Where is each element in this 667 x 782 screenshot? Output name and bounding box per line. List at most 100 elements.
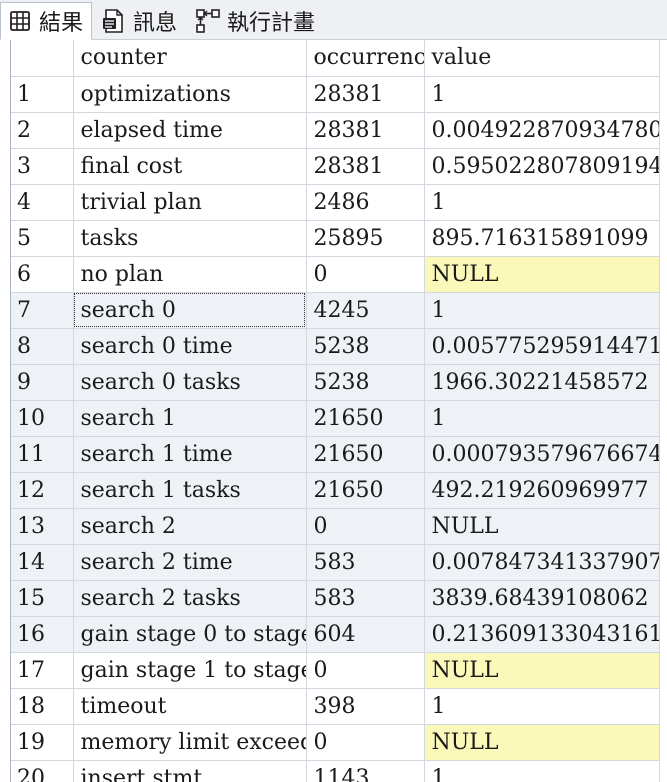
occurrence-cell[interactable]: 583	[306, 580, 425, 617]
occurrence-cell[interactable]: 583	[306, 544, 425, 581]
row-number-cell[interactable]: 18	[11, 688, 74, 725]
value-cell[interactable]: 1	[424, 76, 660, 113]
value-cell[interactable]: NULL	[424, 652, 660, 689]
value-cell[interactable]: 0.213609133043161	[424, 616, 660, 653]
counter-cell[interactable]: search 2 time	[73, 544, 307, 581]
occurrence-cell[interactable]: 5238	[306, 364, 425, 401]
row-number-cell[interactable]: 14	[11, 544, 74, 581]
value-cell[interactable]: 0.595022807809194	[424, 148, 660, 185]
value-cell[interactable]: 1	[424, 292, 660, 329]
occurrence-cell[interactable]: 25895	[306, 220, 425, 257]
row-number-cell[interactable]: 16	[11, 616, 74, 653]
row-number-cell[interactable]: 5	[11, 220, 74, 257]
value-cell[interactable]: 1966.30221458572	[424, 364, 660, 401]
tab-messages[interactable]: 訊息	[94, 3, 186, 39]
counter-cell[interactable]: tasks	[73, 220, 307, 257]
value-cell[interactable]: 0.00577529591447117	[424, 328, 660, 365]
table-row[interactable]: 15 search 2 tasks 583 3839.68439108062	[11, 580, 660, 617]
table-row[interactable]: 9 search 0 tasks 5238 1966.30221458572	[11, 364, 660, 401]
table-row[interactable]: 1 optimizations 28381 1	[11, 76, 660, 113]
occurrence-cell[interactable]: 1143	[306, 760, 425, 782]
table-row[interactable]: 11search 1 time216500.000793579676674365	[11, 436, 660, 473]
table-row[interactable]: 17gain stage 1 to stage 20NULL	[11, 652, 660, 689]
occurrence-cell[interactable]: 604	[306, 616, 425, 653]
table-row[interactable]: 6 no plan 0 NULL	[11, 256, 660, 293]
table-row[interactable]: 10 search 1 21650 1	[11, 400, 660, 437]
value-cell[interactable]: 1	[424, 760, 660, 782]
table-row[interactable]: 4 trivial plan 2486 1	[11, 184, 660, 221]
row-number-cell[interactable]: 13	[11, 508, 74, 545]
value-cell[interactable]: 895.716315891099	[424, 220, 660, 257]
column-header-counter[interactable]: counter	[73, 40, 307, 77]
occurrence-cell[interactable]: 21650	[306, 400, 425, 437]
counter-cell[interactable]: gain stage 1 to stage 2	[73, 652, 307, 689]
occurrence-cell[interactable]: 2486	[306, 184, 425, 221]
occurrence-cell[interactable]: 28381	[306, 76, 425, 113]
occurrence-cell[interactable]: 0	[306, 256, 425, 293]
column-header-value[interactable]: value	[424, 40, 660, 77]
row-number-cell[interactable]: 6	[11, 256, 74, 293]
row-number-cell[interactable]: 7	[11, 292, 74, 329]
row-number-cell[interactable]: 20	[11, 760, 74, 782]
counter-cell[interactable]: memory limit exceeded	[73, 724, 307, 761]
occurrence-cell[interactable]: 0	[306, 724, 425, 761]
counter-cell[interactable]: search 2 tasks	[73, 580, 307, 617]
row-number-cell[interactable]: 4	[11, 184, 74, 221]
row-number-cell[interactable]: 10	[11, 400, 74, 437]
tab-execution-plan[interactable]: 執行計畫	[188, 3, 324, 39]
value-cell[interactable]: NULL	[424, 256, 660, 293]
table-row[interactable]: 19memory limit exceeded0NULL	[11, 724, 660, 761]
row-number-cell[interactable]: 2	[11, 112, 74, 149]
occurrence-cell[interactable]: 0	[306, 508, 425, 545]
tab-results[interactable]: 結果	[0, 2, 93, 40]
counter-cell[interactable]: search 1 tasks	[73, 472, 307, 509]
occurrence-cell[interactable]: 21650	[306, 436, 425, 473]
value-cell[interactable]: NULL	[424, 724, 660, 761]
row-number-cell[interactable]: 8	[11, 328, 74, 365]
value-cell[interactable]: NULL	[424, 508, 660, 545]
table-row[interactable]: 12 search 1 tasks 21650 492.219260969977	[11, 472, 660, 509]
counter-cell[interactable]: elapsed time	[73, 112, 307, 149]
value-cell[interactable]: 492.219260969977	[424, 472, 660, 509]
row-number-cell[interactable]: 1	[11, 76, 74, 113]
value-cell[interactable]: 0.00784734133790738	[424, 544, 660, 581]
column-header-occurrence[interactable]: occurrence	[306, 40, 425, 77]
value-cell[interactable]: 0.0049228709347803	[424, 112, 660, 149]
table-row[interactable]: 8search 0 time52380.00577529591447117	[11, 328, 660, 365]
counter-cell[interactable]: search 1	[73, 400, 307, 437]
counter-cell[interactable]: search 0	[73, 292, 307, 329]
counter-cell[interactable]: search 0 time	[73, 328, 307, 365]
counter-cell[interactable]: gain stage 0 to stage 1	[73, 616, 307, 653]
counter-cell[interactable]: no plan	[73, 256, 307, 293]
table-row[interactable]: 14search 2 time5830.00784734133790738	[11, 544, 660, 581]
counter-cell[interactable]: insert stmt	[73, 760, 307, 782]
value-cell[interactable]: 1	[424, 400, 660, 437]
table-row[interactable]: 13 search 2 0 NULL	[11, 508, 660, 545]
row-number-cell[interactable]: 11	[11, 436, 74, 473]
table-row[interactable]: 5 tasks 25895 895.716315891099	[11, 220, 660, 257]
table-row[interactable]: 2 elapsed time 28381 0.0049228709347803	[11, 112, 660, 149]
table-row[interactable]: 20 insert stmt 1143 1	[11, 760, 660, 782]
row-number-cell[interactable]: 15	[11, 580, 74, 617]
counter-cell[interactable]: timeout	[73, 688, 307, 725]
counter-cell[interactable]: optimizations	[73, 76, 307, 113]
table-row[interactable]: 7 search 0 4245 1	[11, 292, 660, 329]
counter-cell[interactable]: final cost	[73, 148, 307, 185]
row-number-header[interactable]	[11, 40, 74, 77]
occurrence-cell[interactable]: 4245	[306, 292, 425, 329]
value-cell[interactable]: 3839.68439108062	[424, 580, 660, 617]
value-cell[interactable]: 1	[424, 688, 660, 725]
results-grid[interactable]: counter occurrence value 1optimizations2…	[10, 40, 667, 782]
row-number-cell[interactable]: 17	[11, 652, 74, 689]
table-row[interactable]: 18 timeout 398 1	[11, 688, 660, 725]
occurrence-cell[interactable]: 5238	[306, 328, 425, 365]
table-row[interactable]: 16gain stage 0 to stage 16040.2136091330…	[11, 616, 660, 653]
counter-cell[interactable]: search 1 time	[73, 436, 307, 473]
row-number-cell[interactable]: 12	[11, 472, 74, 509]
occurrence-cell[interactable]: 28381	[306, 148, 425, 185]
counter-cell[interactable]: search 0 tasks	[73, 364, 307, 401]
row-number-cell[interactable]: 3	[11, 148, 74, 185]
occurrence-cell[interactable]: 21650	[306, 472, 425, 509]
table-row[interactable]: 3 final cost 28381 0.595022807809194	[11, 148, 660, 185]
occurrence-cell[interactable]: 28381	[306, 112, 425, 149]
